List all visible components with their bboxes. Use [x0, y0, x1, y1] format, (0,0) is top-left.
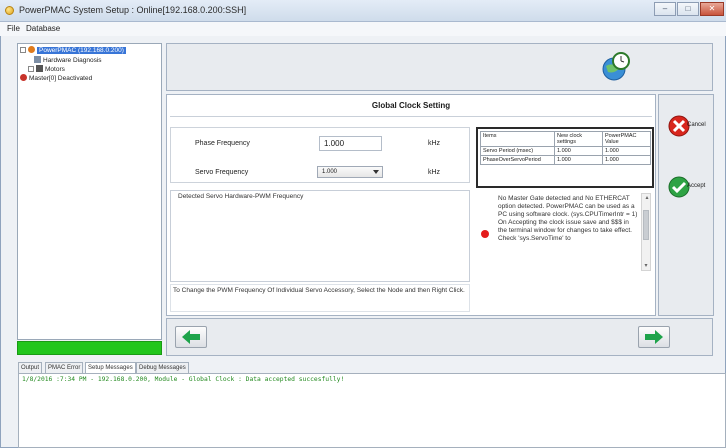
- tab-debug-messages[interactable]: Debug Messages: [136, 362, 189, 373]
- table-cell: 1.000: [602, 155, 651, 165]
- scroll-thumb[interactable]: [643, 210, 649, 240]
- tab-pmac-error[interactable]: PMAC Error: [45, 362, 84, 373]
- servo-frequency-value: 1.000: [322, 169, 338, 175]
- table-header: Items: [480, 131, 555, 147]
- table-header: PowerPMAC Value: [602, 131, 651, 147]
- app-icon: [5, 6, 14, 15]
- output-console[interactable]: [18, 373, 726, 448]
- tree-item-label: Hardware Diagnosis: [43, 57, 102, 64]
- tree-item-master[interactable]: Master[0] Deactivated: [20, 74, 92, 83]
- table-cell: 1.000: [602, 146, 651, 156]
- table-row: Servo Period (msec) 1.000 1.000: [480, 146, 651, 156]
- project-tree: PowerPMAC (192.168.0.200) Hardware Diagn…: [17, 43, 162, 340]
- scroll-up-icon[interactable]: ▴: [642, 194, 652, 201]
- table-row: PhaseOverServoPeriod 1.000 1.000: [480, 155, 651, 165]
- page-title: Global Clock Setting: [371, 101, 451, 110]
- tree-item-label: Master[0] Deactivated: [29, 75, 93, 82]
- maximize-button[interactable]: □: [677, 2, 699, 16]
- tab-output[interactable]: Output: [18, 362, 43, 373]
- back-button[interactable]: [175, 326, 207, 348]
- phase-frequency-label: Phase Frequency: [195, 140, 250, 147]
- arrow-right-icon: [645, 330, 663, 344]
- table-cell: 1.000: [554, 146, 603, 156]
- cancel-button[interactable]: Cancel: [667, 111, 709, 141]
- divider: [170, 116, 652, 117]
- menu-bar: File Database: [0, 22, 726, 36]
- tree-item-label: Motors: [45, 66, 65, 73]
- navigation-panel: [166, 318, 713, 356]
- tab-setup-messages[interactable]: Setup Messages: [85, 362, 136, 373]
- window-title: PowerPMAC System Setup : Online[192.168.…: [19, 5, 247, 15]
- status-bar: [17, 341, 162, 355]
- detected-frequency-legend: Detected Servo Hardware-PWM Frequency: [176, 193, 306, 200]
- table-cell: Servo Period (msec): [480, 146, 555, 156]
- next-button[interactable]: [638, 326, 670, 348]
- tree-root-label[interactable]: PowerPMAC (192.168.0.200): [37, 47, 126, 54]
- table-header: New clock settings: [554, 131, 603, 147]
- tree-item-hardware[interactable]: Hardware Diagnosis: [34, 56, 102, 65]
- servo-frequency-select[interactable]: 1.000: [317, 166, 383, 178]
- controller-icon: [28, 46, 35, 53]
- expand-icon[interactable]: [28, 66, 34, 72]
- accept-label: Accept: [687, 183, 706, 189]
- motor-icon: [36, 65, 43, 72]
- diagnosis-icon: [34, 56, 41, 63]
- detected-frequency-group: [170, 190, 470, 282]
- phase-frequency-input[interactable]: 1.000: [319, 136, 382, 151]
- chevron-down-icon: [373, 170, 379, 174]
- servo-unit-label: kHz: [428, 169, 441, 176]
- arrow-left-icon: [182, 330, 200, 344]
- cancel-label: Cancel: [687, 122, 706, 128]
- table-header-row: Items New clock settings PowerPMAC Value: [480, 131, 651, 147]
- clock-settings-table: Items New clock settings PowerPMAC Value…: [476, 127, 654, 188]
- close-button[interactable]: ✕: [700, 2, 724, 16]
- menu-database[interactable]: Database: [26, 24, 60, 33]
- scroll-down-icon[interactable]: ▾: [641, 262, 651, 269]
- phase-unit-label: kHz: [428, 140, 441, 147]
- table-cell: PhaseOverServoPeriod: [480, 155, 555, 165]
- change-note-text: To Change the PWM Frequency Of Individua…: [173, 287, 465, 294]
- tree-root-row[interactable]: PowerPMAC (192.168.0.200): [20, 46, 126, 55]
- servo-frequency-label: Servo Frequency: [195, 169, 249, 176]
- global-clock-icon: [602, 52, 630, 81]
- tree-item-motors[interactable]: Motors: [28, 65, 65, 74]
- master-icon: [20, 74, 27, 81]
- output-line: 1/8/2016 :7:34 PM - 192.168.0.200, Modul…: [22, 376, 345, 383]
- minimize-button[interactable]: –: [654, 2, 676, 16]
- title-bar: PowerPMAC System Setup : Online[192.168.…: [0, 0, 726, 22]
- table-cell: 1.000: [554, 155, 603, 165]
- message-text: No Master Gate detected and No ETHERCAT …: [498, 195, 638, 242]
- accept-button[interactable]: Accept: [667, 172, 709, 202]
- error-indicator-icon: [481, 230, 489, 238]
- menu-file[interactable]: File: [7, 24, 20, 33]
- collapse-icon[interactable]: [20, 47, 26, 53]
